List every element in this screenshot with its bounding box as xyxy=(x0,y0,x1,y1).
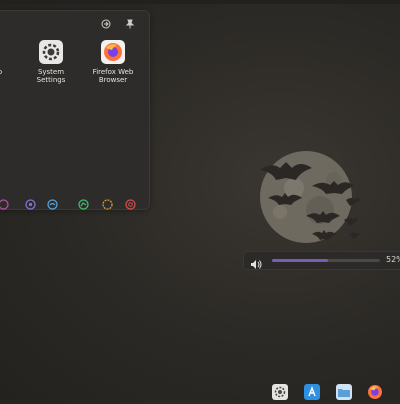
files-icon[interactable] xyxy=(336,384,352,400)
settings-icon xyxy=(38,39,64,65)
wallpaper-moon-bats xyxy=(250,150,360,244)
favorites-row xyxy=(0,195,149,210)
app-launcher-panel: o SystemSettings Firefox WebBrowser xyxy=(0,10,150,210)
partial-app-icon xyxy=(0,39,13,65)
top-bar xyxy=(0,0,400,4)
dock xyxy=(270,384,390,400)
speaker-icon xyxy=(250,255,262,269)
app-store-icon[interactable] xyxy=(304,384,320,400)
app-label: Firefox Web Browser xyxy=(92,68,134,84)
pin-icon[interactable] xyxy=(123,17,137,31)
volume-level xyxy=(272,259,329,262)
app-icon-green[interactable] xyxy=(78,195,89,210)
app-icon-amber[interactable] xyxy=(102,195,113,210)
app-tile-firefox[interactable]: Firefox Web Browser xyxy=(86,39,140,84)
volume-slider[interactable] xyxy=(272,259,380,262)
app-icon-violet[interactable] xyxy=(25,195,36,210)
volume-osd: 52% xyxy=(243,251,400,270)
app-label: o xyxy=(0,68,27,76)
app-icon-purple[interactable] xyxy=(0,195,9,210)
app-icon-blue[interactable] xyxy=(47,195,58,210)
app-tile-system-settings[interactable]: System Settings xyxy=(24,39,78,84)
system-settings-icon[interactable] xyxy=(272,384,288,400)
app-icon-red[interactable] xyxy=(125,195,136,210)
firefox-icon[interactable] xyxy=(367,384,383,400)
firefox-icon xyxy=(100,39,126,65)
app-label: System Settings xyxy=(36,68,66,84)
volume-percent: 52% xyxy=(386,255,400,264)
share-icon[interactable] xyxy=(99,17,113,31)
app-tile-partial[interactable]: o xyxy=(0,39,27,76)
